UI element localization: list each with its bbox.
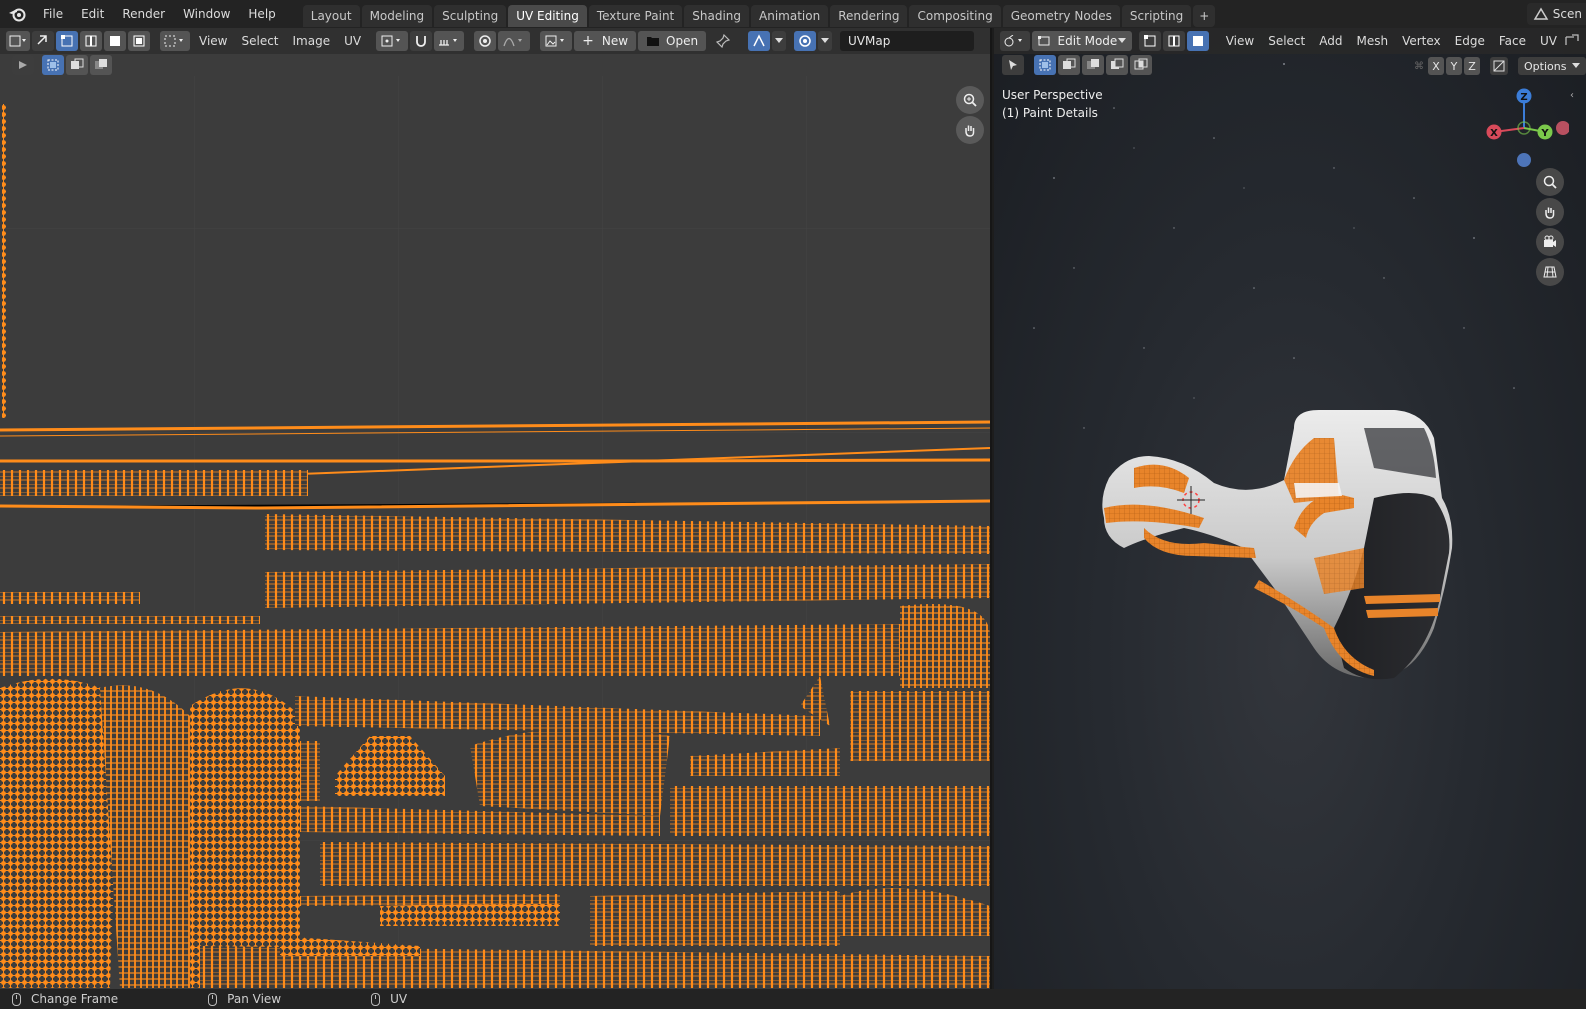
menu-edit[interactable]: Edit [72,3,113,25]
mouse-middle-icon [208,992,218,1006]
status-pan-view-label: Pan View [227,992,282,1006]
tab-compositing[interactable]: Compositing [909,5,1001,27]
select-mode-set-icon[interactable] [42,55,64,75]
uv-pan-icon[interactable] [956,116,984,144]
uv-tool-settings [12,54,114,76]
status-change-frame-label: Change Frame [31,992,119,1006]
select-edge-mode-icon[interactable] [80,31,102,51]
overlays-uv-icon[interactable] [748,31,770,51]
add-workspace-button[interactable]: + [1193,5,1216,27]
status-uv-label: UV [390,992,408,1006]
menu-help[interactable]: Help [239,3,284,25]
scene-selector[interactable]: Scen [1526,3,1586,25]
mouse-left-icon [12,992,21,1006]
select-vertex-mode-icon[interactable] [56,31,78,51]
pin-icon[interactable] [712,31,734,51]
snap-target-icon[interactable] [434,31,465,51]
tab-scripting[interactable]: Scripting [1121,5,1192,27]
uv-menu-image[interactable]: Image [286,34,338,48]
workspace-tabs: Layout Modeling Sculpting UV Editing Tex… [302,0,1216,28]
menu-file[interactable]: File [34,3,72,25]
tab-modeling[interactable]: Modeling [361,5,433,27]
tab-sculpting[interactable]: Sculpting [434,5,507,27]
status-bar: Change Frame Pan View UV [0,989,1586,1009]
open-image-button[interactable]: Open [638,31,707,51]
gizmo-dropdown-icon[interactable] [818,31,832,51]
uv-canvas[interactable] [0,76,990,989]
pivot-point-icon[interactable] [376,31,409,51]
uv-editor-header: View Select Image UV + New Open UVMap [0,28,990,54]
tool-cursor-icon[interactable] [12,55,34,75]
tab-rendering[interactable]: Rendering [830,5,908,27]
status-change-frame: Change Frame [12,992,118,1006]
image-browse-icon[interactable] [540,31,573,51]
status-uv: UV [371,992,407,1006]
scene-name: Scen [1552,7,1582,21]
select-mode-subtract-icon[interactable] [90,55,112,75]
uv-menu-view[interactable]: View [192,34,234,48]
uv-menu-select[interactable]: Select [234,34,285,48]
select-island-mode-icon[interactable] [128,31,150,51]
status-pan-view: Pan View [208,992,281,1006]
new-image-label: New [601,34,629,48]
overlays-dropdown-icon[interactable] [772,31,786,51]
uv-map-field[interactable]: UVMap [840,31,974,51]
3d-viewport[interactable]: Edit Mode View Select Add Mesh Vertex Ed… [994,28,1586,989]
tab-uv-editing[interactable]: UV Editing [508,5,587,27]
menu-render[interactable]: Render [113,3,174,25]
plus-icon: + [582,33,594,49]
proportional-editing-icon[interactable] [474,31,497,51]
new-image-button[interactable]: + New [574,31,637,51]
spaceship-model[interactable] [994,28,1586,989]
top-bar: File Edit Render Window Help Layout Mode… [0,0,1586,28]
blender-logo-icon[interactable] [0,0,34,28]
sync-selection-icon[interactable] [32,31,54,51]
tab-shading[interactable]: Shading [684,5,749,27]
uv-menu-uv[interactable]: UV [337,34,368,48]
editor-type-icon[interactable] [6,31,30,51]
snap-icon[interactable] [410,31,433,51]
scene-icon [1533,7,1549,20]
gizmo-toggle-icon[interactable] [794,31,816,51]
select-face-mode-icon[interactable] [104,31,126,51]
select-mode-extend-icon[interactable] [66,55,88,75]
tab-layout[interactable]: Layout [302,5,360,27]
tab-geometry-nodes[interactable]: Geometry Nodes [1002,5,1120,27]
falloff-icon[interactable] [498,31,531,51]
tab-texture-paint[interactable]: Texture Paint [588,5,683,27]
folder-icon [647,37,660,46]
sticky-selection-icon[interactable] [160,31,190,51]
menu-window[interactable]: Window [174,3,239,25]
uv-editor: View Select Image UV + New Open UVMap [0,28,992,989]
tab-animation[interactable]: Animation [751,5,829,27]
uv-zoom-icon[interactable] [956,86,984,114]
mouse-right-icon [371,992,381,1006]
open-image-label: Open [666,34,699,48]
